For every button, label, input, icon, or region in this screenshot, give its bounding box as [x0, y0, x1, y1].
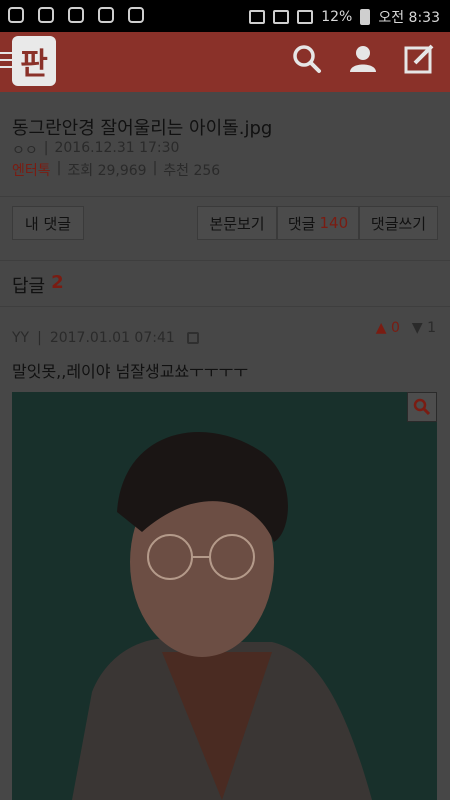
comment-author: YY [12, 330, 30, 346]
downvote-count: 1 [427, 320, 436, 336]
divider [0, 306, 450, 307]
comment-text: 말잇못,,레이야 넘잘생교쑈ㅜㅜㅜㅜ [12, 362, 249, 381]
signal-icon [297, 10, 314, 24]
comment-date: 2017.01.01 07:41 [49, 330, 175, 346]
app-notification-icon [38, 7, 54, 23]
mute-icon [249, 10, 266, 24]
upvote-count: 0 [390, 320, 400, 336]
search-icon[interactable] [290, 42, 330, 82]
app-header: 판 [0, 32, 450, 92]
status-bar: 12% 오전 8:33 [0, 0, 450, 32]
zoom-icon[interactable] [407, 392, 437, 422]
battery-percent: 12% [321, 9, 353, 25]
upvote-button[interactable]: ▲ 0 [376, 320, 400, 336]
battery-icon [360, 9, 371, 25]
wifi-icon [273, 10, 290, 24]
clock: 오전 8:33 [378, 10, 440, 26]
post-views: 조회 29,969 [67, 163, 147, 179]
app-logo[interactable]: 판 [12, 36, 56, 86]
my-comments-button[interactable]: 내 댓글 [12, 206, 84, 240]
comments-count: 140 [319, 214, 349, 232]
app-notification-icon [98, 7, 114, 23]
status-system: 12% 오전 8:33 [249, 7, 440, 27]
view-body-button[interactable]: 본문보기 [197, 206, 277, 240]
app-notification-icon [68, 7, 84, 23]
comments-label: 댓글 [287, 214, 316, 233]
post-meta: ㅇㅇ | 2016.12.31 17:30 [12, 140, 180, 159]
comment-votes: ▲ 0 ▼ 1 [376, 320, 436, 336]
post-title: 동그란안경 잘어울리는 아이돌.jpg [12, 118, 273, 139]
replies-count: 2 [51, 272, 64, 293]
write-icon[interactable] [402, 42, 442, 82]
comment-header: YY | 2017.01.01 07:41 [12, 330, 199, 346]
post-author: ㅇㅇ [12, 143, 38, 159]
app-notification-icon [8, 7, 24, 23]
divider [0, 260, 450, 261]
post-date: 2016.12.31 17:30 [54, 140, 180, 156]
post-recommend: 추천 256 [163, 163, 221, 179]
status-notifications [8, 7, 144, 23]
replies-label: 답글 [12, 276, 46, 297]
divider [0, 196, 450, 197]
post-content: 동그란안경 잘어울리는 아이돌.jpg ㅇㅇ | 2016.12.31 17:3… [0, 92, 450, 800]
replies-header: 답글 2 [12, 272, 64, 298]
post-stats: 엔터톡 | 조회 29,969 | 추천 256 [12, 160, 221, 180]
post-category[interactable]: 엔터톡 [12, 160, 51, 180]
app-notification-icon [128, 7, 144, 23]
comments-button[interactable]: 댓글 140 [277, 206, 359, 240]
comment-photo[interactable] [12, 392, 437, 800]
user-icon[interactable] [346, 42, 386, 82]
write-comment-button[interactable]: 댓글쓰기 [359, 206, 438, 240]
downvote-button[interactable]: ▼ 1 [412, 320, 436, 336]
lock-icon [186, 332, 199, 344]
